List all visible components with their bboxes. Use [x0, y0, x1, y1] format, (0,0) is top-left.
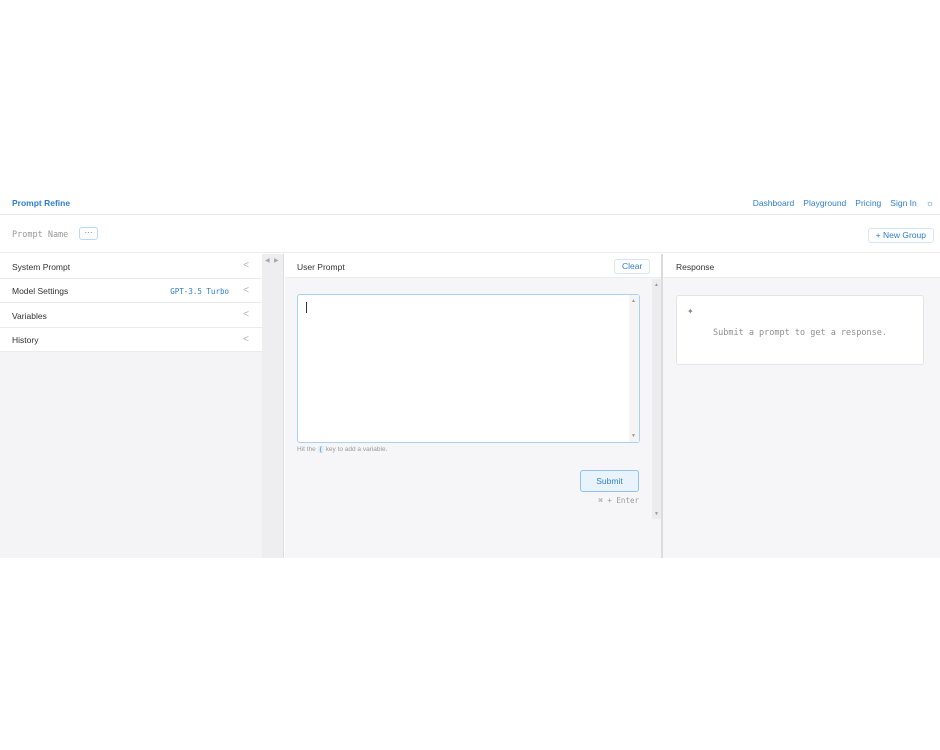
sun-icon[interactable]: ☼: [926, 198, 934, 208]
chevron-left-icon: <: [243, 333, 249, 345]
chevron-left-icon: <: [243, 284, 249, 296]
nav-playground[interactable]: Playground: [803, 198, 846, 208]
response-header: Response: [663, 254, 940, 278]
sidebar-item-system-prompt[interactable]: System Prompt <: [0, 254, 262, 279]
sparkle-icon: ✦: [687, 307, 694, 316]
submit-button[interactable]: Submit: [580, 470, 639, 492]
user-prompt-header: User Prompt Clear: [285, 254, 661, 278]
scroll-down-icon[interactable]: ▼: [631, 433, 636, 439]
top-nav: Dashboard Playground Pricing Sign In ☼: [753, 198, 934, 208]
prompt-name-input[interactable]: Prompt Name: [12, 230, 68, 240]
new-group-button[interactable]: + New Group: [867, 228, 934, 243]
user-prompt-panel: User Prompt Clear ▲ ▼ Hit the { key to a…: [285, 254, 661, 558]
top-bar: Prompt Refine Dashboard Playground Prici…: [0, 190, 940, 215]
nav-dashboard[interactable]: Dashboard: [753, 198, 795, 208]
sidebar-item-label: History: [12, 335, 39, 345]
response-title: Response: [676, 262, 715, 272]
text-caret: [306, 302, 307, 313]
scroll-up-icon[interactable]: ▲: [654, 282, 659, 288]
sidebar-list: System Prompt < Model Settings GPT-3.5 T…: [0, 254, 262, 352]
sidebar-item-label: System Prompt: [12, 261, 71, 272]
prompt-name-row: Prompt Name ··· + New Group: [0, 215, 940, 253]
chevron-left-icon: <: [243, 260, 249, 271]
user-prompt-input[interactable]: ▲ ▼: [297, 294, 640, 443]
nav-pricing[interactable]: Pricing: [855, 198, 881, 208]
editor-scrollbar[interactable]: ▲ ▼: [629, 295, 639, 442]
brand-logo[interactable]: Prompt Refine: [12, 198, 70, 208]
sidebar-item-variables[interactable]: Variables <: [0, 303, 262, 328]
scroll-down-icon[interactable]: ▼: [654, 511, 659, 517]
chevron-left-icon: <: [243, 309, 249, 320]
sidebar-item-label: Variables: [12, 310, 47, 321]
submit-shortcut: ⌘ + Enter: [598, 496, 639, 505]
collapse-left-icon[interactable]: ◀: [265, 257, 270, 264]
variable-hint: Hit the { key to add a variable.: [297, 446, 388, 453]
model-name-value: GPT-3.5 Turbo: [170, 286, 229, 296]
expand-right-icon[interactable]: ▶: [274, 257, 279, 264]
scroll-up-icon[interactable]: ▲: [631, 298, 636, 304]
panel-splitter[interactable]: ◀ ▶: [262, 254, 284, 558]
response-card: ✦ Submit a prompt to get a response.: [676, 295, 924, 365]
user-prompt-title: User Prompt: [297, 262, 345, 272]
sidebar-item-history[interactable]: History <: [0, 328, 262, 352]
settings-sidebar: System Prompt < Model Settings GPT-3.5 T…: [0, 254, 262, 558]
app-window: Prompt Refine Dashboard Playground Prici…: [0, 190, 940, 558]
sidebar-item-label: Model Settings: [12, 286, 69, 296]
clear-button[interactable]: Clear: [614, 259, 651, 274]
nav-sign-in[interactable]: Sign In: [890, 198, 916, 208]
response-panel: Response ✦ Submit a prompt to get a resp…: [663, 254, 940, 558]
variable-key-badge: {: [317, 446, 324, 453]
more-options-button[interactable]: ···: [79, 227, 98, 240]
sidebar-item-model-settings[interactable]: Model Settings GPT-3.5 Turbo <: [0, 279, 262, 303]
panel-scrollbar[interactable]: ▲ ▼: [652, 279, 661, 519]
response-empty-message: Submit a prompt to get a response.: [713, 328, 887, 338]
